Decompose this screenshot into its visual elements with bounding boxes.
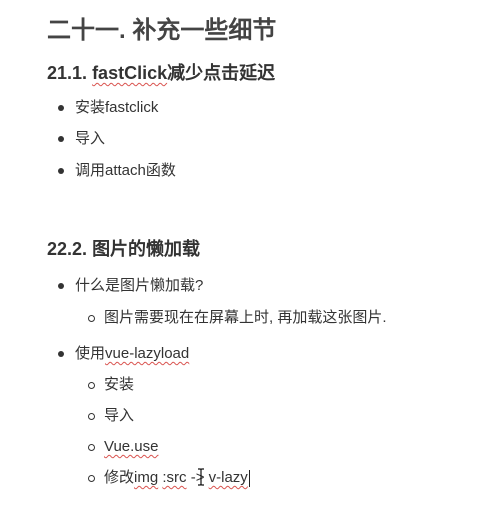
list-item-call-attach: 调用attach函数 (58, 162, 176, 179)
section-title-rest: 减少点击延迟 (167, 63, 276, 83)
list-item-import: 导入 (87, 407, 135, 424)
list-item-lazyload-answer: 图片需要现在在屏幕上时, 再加载这张图片. (88, 309, 387, 326)
list-item-modify-src[interactable]: 修改img :src -> v-lazy (88, 469, 248, 487)
list-item-vue-use: Vue.use (88, 438, 159, 455)
section-number: 21.1. (47, 63, 88, 83)
section-heading-fastclick: 21.1. fastClick减少点击延迟 (47, 59, 275, 85)
page-title: 二十一. 补充一些细节 (47, 17, 277, 44)
list-item-install-fastclick: 安装fastclick (57, 99, 159, 116)
text-caret (249, 470, 250, 487)
list-item-what-is-lazyload: 什么是图片懒加载? (57, 277, 204, 294)
ibeam-cursor-icon (198, 468, 204, 486)
section-heading-lazyload: 22.2. 图片的懒加载 (47, 235, 200, 261)
list-item-install: 安装 (87, 376, 135, 393)
document-page: 二十一. 补充一些细节 21.1. fastClick减少点击延迟 安装fast… (0, 0, 497, 517)
list-item-import: 导入 (57, 130, 106, 147)
section-title: 图片的懒加载 (92, 239, 201, 259)
section-title-bold: fastClick (92, 63, 168, 83)
list-item-use-vue-lazyload: 使用vue-lazyload (57, 345, 190, 362)
section-number: 22.2. (47, 239, 88, 259)
